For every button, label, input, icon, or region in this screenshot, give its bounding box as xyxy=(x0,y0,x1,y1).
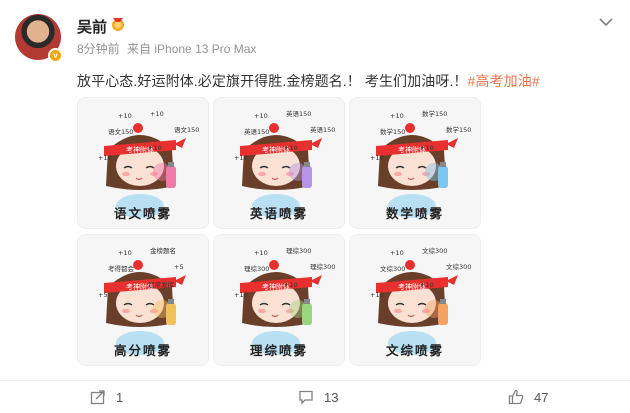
score-label: +10 xyxy=(254,249,268,257)
score-label: 理综300 xyxy=(244,264,269,273)
post-meta: 8分钟前 来自 iPhone 13 Pro Max xyxy=(77,40,260,57)
score-label: 文综300 xyxy=(380,264,405,273)
like-icon xyxy=(508,389,524,405)
score-label: +10 xyxy=(390,249,404,257)
sticker-image[interactable]: 考神附体 +10 数学150 数学150 数学150 +10 +10 数学喷雾 xyxy=(349,97,481,229)
share-button[interactable]: 1 xyxy=(90,389,123,405)
score-label: 英语150 xyxy=(244,127,269,136)
score-label: 理综300 xyxy=(286,246,311,255)
like-button[interactable]: 47 xyxy=(508,389,548,405)
comment-count: 13 xyxy=(324,389,339,405)
score-label: +10 xyxy=(390,112,404,120)
sticker-image[interactable]: 考神附体 +10 英语150 英语150 英语150 +10 +10 英语喷雾 xyxy=(213,97,345,229)
score-label: 英语150 xyxy=(286,109,311,118)
divider xyxy=(0,380,630,381)
like-count: 47 xyxy=(534,389,549,405)
sticker-caption: 英语喷雾 xyxy=(249,206,308,221)
sticker-caption: 数学喷雾 xyxy=(385,206,444,221)
score-label: +10 xyxy=(150,110,164,118)
score-label: 超常发挥 xyxy=(148,280,175,289)
score-label: +10 xyxy=(234,154,248,162)
sticker-image[interactable]: 考神附体 +10 +10 语文150 语文150 +10 +10 语文喷雾 xyxy=(77,97,209,229)
sticker-image[interactable]: 考神附体 +10 金榜题名 考得都会 +5 超常发挥 +5 高分喷雾 xyxy=(77,234,209,366)
score-label: +10 xyxy=(370,154,384,162)
score-label: 数学150 xyxy=(380,127,405,136)
share-icon xyxy=(90,390,105,405)
score-label: +10 xyxy=(118,249,132,257)
score-label: +10 xyxy=(98,154,112,162)
score-label: +10 xyxy=(284,144,298,152)
score-label: 语文150 xyxy=(108,127,133,136)
chevron-down-icon[interactable] xyxy=(598,16,614,28)
sticker-image[interactable]: 考神附体 +10 文综300 文综300 文综300 +10 +10 文综喷雾 xyxy=(349,234,481,366)
hashtag-link[interactable]: #高考加油# xyxy=(468,73,540,89)
comment-button[interactable]: 13 xyxy=(298,389,338,405)
sticker-caption: 高分喷雾 xyxy=(113,343,172,358)
score-label: 考得都会 xyxy=(108,264,135,273)
sticker-caption: 语文喷雾 xyxy=(113,206,172,221)
score-label: +5 xyxy=(174,263,184,271)
post-time[interactable]: 8分钟前 xyxy=(77,42,120,56)
medal-icon[interactable] xyxy=(110,16,126,32)
comment-icon xyxy=(299,390,313,405)
score-label: 数学150 xyxy=(422,109,447,118)
score-label: 金榜题名 xyxy=(150,246,176,255)
post-source: 来自 iPhone 13 Pro Max xyxy=(127,42,257,56)
score-label: 语文150 xyxy=(174,125,199,134)
post-text: 放平心态.好运附体.必定旗开得胜.金榜题名.！ 考生们加油呀.！#高考加油# xyxy=(77,71,540,91)
score-label: +10 xyxy=(254,112,268,120)
score-label: 英语150 xyxy=(310,125,335,134)
score-label: +10 xyxy=(148,144,162,152)
score-label: +10 xyxy=(284,281,298,289)
score-label: 文综300 xyxy=(446,262,471,271)
sticker-image[interactable]: 考神附体 +10 理综300 理综300 理综300 +10 +10 理综喷雾 xyxy=(213,234,345,366)
image-grid: 考神附体 +10 +10 语文150 语文150 +10 +10 语文喷雾 考神附体 +10 英语1… xyxy=(77,97,481,366)
share-count: 1 xyxy=(116,389,124,405)
score-label: +10 xyxy=(420,281,434,289)
username[interactable]: 吴前 xyxy=(77,16,107,37)
score-label: 文综300 xyxy=(422,246,447,255)
post-body: 放平心态.好运附体.必定旗开得胜.金榜题名.！ 考生们加油呀.！ xyxy=(77,73,468,89)
score-label: 数学150 xyxy=(446,125,471,134)
score-label: +5 xyxy=(98,291,108,299)
score-label: +10 xyxy=(370,291,384,299)
vip-badge-icon: v xyxy=(48,48,63,63)
sticker-caption: 理综喷雾 xyxy=(249,343,308,358)
score-label: +10 xyxy=(420,144,434,152)
score-label: +10 xyxy=(118,112,132,120)
score-label: 理综300 xyxy=(310,262,335,271)
score-label: +10 xyxy=(234,291,248,299)
sticker-caption: 文综喷雾 xyxy=(385,343,444,358)
